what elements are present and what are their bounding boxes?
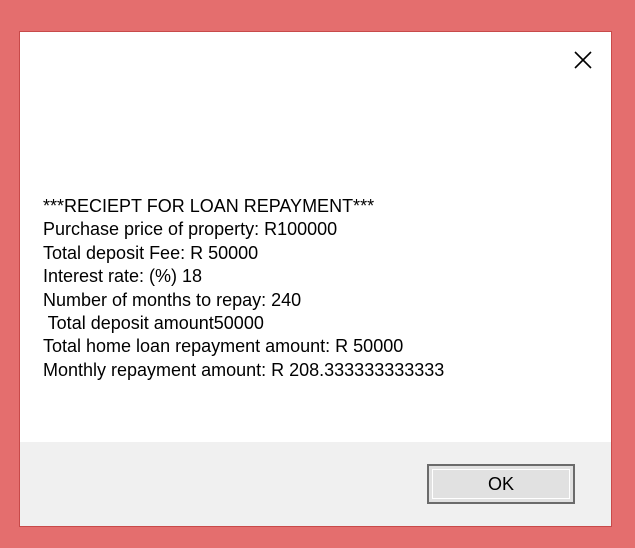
- receipt-heading: ***RECIEPT FOR LOAN REPAYMENT***: [43, 196, 375, 216]
- months-to-repay-line: Number of months to repay: 240: [43, 289, 302, 310]
- ok-button[interactable]: OK: [427, 464, 575, 504]
- loan-repayment-line: Total home loan repayment amount: R 5000…: [43, 336, 404, 357]
- dialog-footer: OK: [20, 442, 611, 526]
- deposit-fee-line: Total deposit Fee: R 50000: [43, 242, 259, 263]
- interest-rate-line: Interest rate: (%) 18: [43, 266, 203, 287]
- close-button[interactable]: [561, 40, 605, 80]
- message-box-dialog: ***RECIEPT FOR LOAN REPAYMENT*** Purchas…: [19, 31, 612, 527]
- receipt-message: ***RECIEPT FOR LOAN REPAYMENT*** Purchas…: [43, 195, 591, 382]
- deposit-amount-line: Total deposit amount50000: [43, 313, 264, 334]
- monthly-repayment-line: Monthly repayment amount: R 208.33333333…: [43, 359, 445, 380]
- purchase-price-line: Purchase price of property: R100000: [43, 219, 338, 240]
- close-icon: [572, 49, 594, 71]
- ok-button-label: OK: [487, 473, 514, 494]
